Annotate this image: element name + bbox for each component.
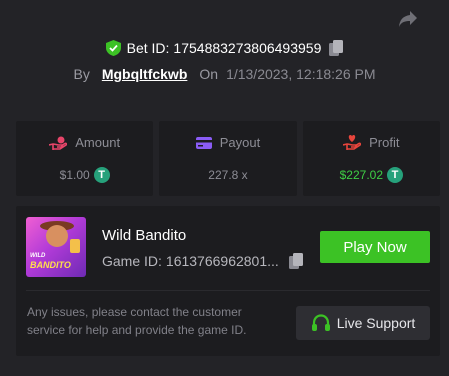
payout-label: Payout: [219, 135, 261, 150]
stat-payout: Payout 227.8 x: [159, 121, 297, 196]
game-title: Wild Bandito: [102, 227, 187, 244]
thumb-text-bandito: BANDITO: [30, 260, 71, 270]
stats-panel: Amount $1.00 T Payout 227.8 x Profit $22…: [16, 121, 440, 196]
game-id-label: Game ID:: [102, 253, 162, 269]
stat-amount: Amount $1.00 T: [16, 121, 154, 196]
game-id-value: 1613766962801...: [165, 253, 279, 269]
live-support-label: Live Support: [336, 315, 416, 331]
card-icon: [195, 136, 212, 149]
payout-value: 227.8 x: [208, 167, 248, 182]
profit-label: Profit: [369, 135, 400, 150]
headset-icon: [311, 314, 330, 331]
tether-coin-icon: T: [93, 166, 110, 183]
stat-profit: Profit $227.02 T: [302, 121, 440, 196]
profit-value: $227.02: [339, 167, 384, 182]
game-id-row: Game ID: 1613766962801...: [102, 253, 303, 269]
username-link[interactable]: Mgbqltfckwb: [102, 66, 188, 82]
copy-game-id-icon[interactable]: [288, 253, 303, 269]
bet-id-label: Bet ID:: [126, 40, 170, 56]
share-icon: [399, 11, 417, 27]
divider: [26, 290, 430, 291]
support-message: Any issues, please contact the customer …: [27, 305, 247, 337]
amount-label: Amount: [75, 135, 121, 150]
bet-date: 1/13/2023, 12:18:26 PM: [226, 66, 376, 82]
copy-bet-id-icon[interactable]: [329, 40, 344, 56]
bet-id-row: Bet ID: 1754883273806493959: [0, 40, 449, 56]
hand-coins-icon: [49, 136, 68, 150]
thumb-text-wild: WILD: [30, 253, 46, 259]
hand-heart-icon: [343, 135, 362, 150]
live-support-button[interactable]: Live Support: [296, 306, 430, 340]
game-card: WILD BANDITO Wild Bandito Game ID: 16137…: [16, 206, 440, 356]
tether-coin-icon: T: [387, 166, 404, 183]
bet-id-value: 1754883273806493959: [173, 40, 322, 56]
verified-shield-icon: [105, 40, 121, 56]
game-thumbnail[interactable]: WILD BANDITO: [26, 217, 86, 277]
on-label: On: [199, 66, 219, 82]
play-now-button[interactable]: Play Now: [320, 231, 430, 263]
by-label: By: [73, 66, 90, 82]
share-button[interactable]: [396, 8, 420, 30]
author-row: By Mgbqltfckwb On 1/13/2023, 12:18:26 PM: [0, 66, 449, 82]
amount-value: $1.00: [59, 167, 90, 182]
